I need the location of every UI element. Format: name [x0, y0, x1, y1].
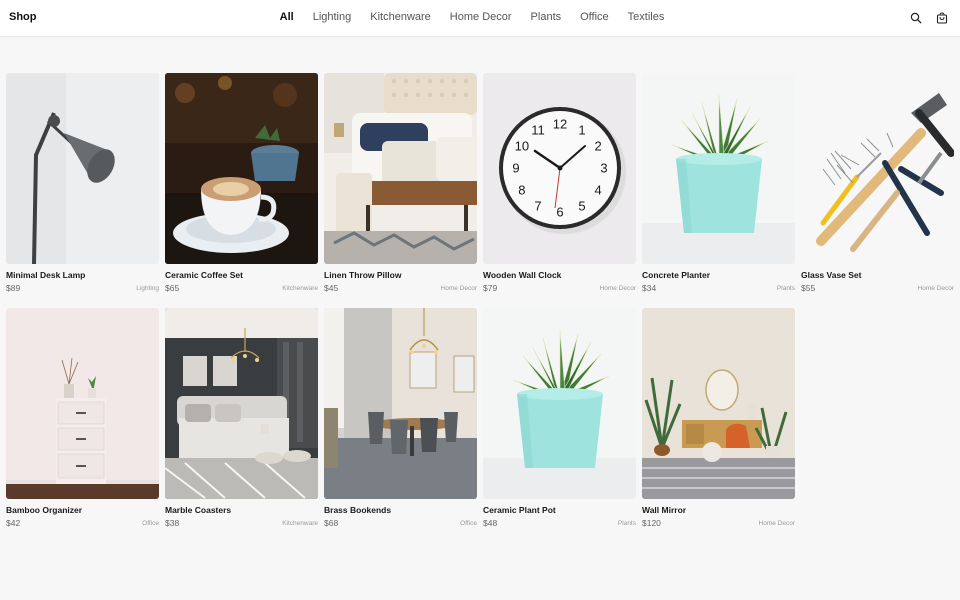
- product-name[interactable]: Minimal Desk Lamp: [6, 270, 85, 280]
- product-category: Plants: [617, 520, 636, 527]
- header-actions: [910, 11, 948, 24]
- product-name[interactable]: Wall Mirror: [642, 505, 686, 515]
- product-image-potted-succulent[interactable]: [483, 308, 636, 499]
- clock-numeral: 2: [594, 139, 601, 154]
- product-card[interactable]: Marble Coasters $38 Kitchenware: [165, 308, 318, 535]
- clock-numeral: 5: [578, 199, 585, 214]
- product-category: Office: [460, 520, 477, 527]
- product-image-desk-lamp[interactable]: [6, 73, 159, 264]
- product-category: Home Decor: [758, 520, 795, 527]
- clock-numeral: 11: [531, 122, 545, 137]
- product-image-bedroom-interior[interactable]: [165, 308, 318, 499]
- product-image-drawer-cabinet[interactable]: [6, 308, 159, 499]
- product-image-living-room[interactable]: [642, 308, 795, 499]
- top-navigation-bar: Shop All Lighting Kitchenware Home Decor…: [0, 0, 960, 37]
- product-card[interactable]: 12 1 2 3 4 5 6 7 8 9 10 11 Wooden Wall Clock $79 Ho…: [483, 73, 636, 300]
- clock-numeral: 3: [600, 161, 607, 176]
- nav-item-textiles[interactable]: Textiles: [618, 11, 674, 23]
- product-category: Office: [142, 520, 159, 527]
- product-name[interactable]: Linen Throw Pillow: [324, 270, 401, 280]
- nav-item-lighting[interactable]: Lighting: [303, 11, 361, 23]
- product-card[interactable]: Ceramic Plant Pot $48 Plants: [483, 308, 636, 535]
- product-category: Kitchenware: [282, 520, 318, 527]
- product-price: $42: [6, 518, 21, 528]
- product-name[interactable]: Bamboo Organizer: [6, 505, 82, 515]
- clock-numeral: 8: [518, 183, 525, 198]
- product-category: Home Decor: [440, 285, 477, 292]
- nav-item-plants[interactable]: Plants: [521, 11, 571, 23]
- product-name[interactable]: Ceramic Plant Pot: [483, 505, 556, 515]
- product-image-wall-clock[interactable]: 12 1 2 3 4 5 6 7 8 9 10 11: [483, 73, 636, 264]
- product-category: Home Decor: [599, 285, 636, 292]
- product-price: $48: [483, 518, 498, 528]
- product-name[interactable]: Concrete Planter: [642, 270, 710, 280]
- clock-numeral: 6: [556, 205, 563, 220]
- product-card[interactable]: Ceramic Coffee Set $65 Kitchenware: [165, 73, 318, 300]
- product-image-bedroom-pillows[interactable]: [324, 73, 477, 264]
- product-price: $34: [642, 283, 657, 293]
- clock-numeral: 10: [515, 139, 529, 154]
- product-price: $55: [801, 283, 816, 293]
- product-card[interactable]: Glass Vase Set $55 Home Decor: [801, 73, 954, 300]
- product-category: Lighting: [136, 285, 159, 292]
- product-card[interactable]: Concrete Planter $34 Plants: [642, 73, 795, 300]
- product-price: $65: [165, 283, 180, 293]
- product-price: $79: [483, 283, 498, 293]
- product-card[interactable]: Wall Mirror $120 Home Decor: [642, 308, 795, 535]
- clock-numeral: 7: [534, 199, 541, 214]
- product-category: Kitchenware: [282, 285, 318, 292]
- product-price: $45: [324, 283, 339, 293]
- product-image-hand-tools[interactable]: [801, 73, 954, 264]
- product-category: Plants: [776, 285, 795, 292]
- category-nav: All Lighting Kitchenware Home Decor Plan…: [0, 11, 960, 23]
- product-name[interactable]: Ceramic Coffee Set: [165, 270, 243, 280]
- product-name[interactable]: Brass Bookends: [324, 505, 391, 515]
- shopping-bag-icon[interactable]: [936, 11, 948, 24]
- clock-numeral: 9: [512, 161, 519, 176]
- product-image-dining-room[interactable]: [324, 308, 477, 499]
- product-category: Home Decor: [917, 285, 954, 292]
- product-card[interactable]: Minimal Desk Lamp $89 Lighting: [6, 73, 159, 300]
- nav-item-home-decor[interactable]: Home Decor: [440, 11, 521, 23]
- nav-item-kitchenware[interactable]: Kitchenware: [361, 11, 441, 23]
- product-image-coffee-cup[interactable]: [165, 73, 318, 264]
- product-price: $38: [165, 518, 180, 528]
- product-name[interactable]: Glass Vase Set: [801, 270, 862, 280]
- product-price: $89: [6, 283, 21, 293]
- product-card[interactable]: Brass Bookends $68 Office: [324, 308, 477, 535]
- clock-numeral: 12: [553, 117, 567, 132]
- search-icon[interactable]: [910, 11, 922, 24]
- product-price: $120: [642, 518, 661, 528]
- nav-item-all[interactable]: All: [270, 11, 303, 23]
- product-card[interactable]: Linen Throw Pillow $45 Home Decor: [324, 73, 477, 300]
- product-price: $68: [324, 518, 339, 528]
- clock-numeral: 4: [594, 183, 601, 198]
- product-grid: Minimal Desk Lamp $89 Lighting Ceramic C…: [6, 73, 954, 535]
- product-image-potted-succulent[interactable]: [642, 73, 795, 264]
- product-name[interactable]: Wooden Wall Clock: [483, 270, 561, 280]
- product-card[interactable]: Bamboo Organizer $42 Office: [6, 308, 159, 535]
- nav-item-office[interactable]: Office: [571, 11, 619, 23]
- clock-numeral: 1: [578, 122, 585, 137]
- product-name[interactable]: Marble Coasters: [165, 505, 231, 515]
